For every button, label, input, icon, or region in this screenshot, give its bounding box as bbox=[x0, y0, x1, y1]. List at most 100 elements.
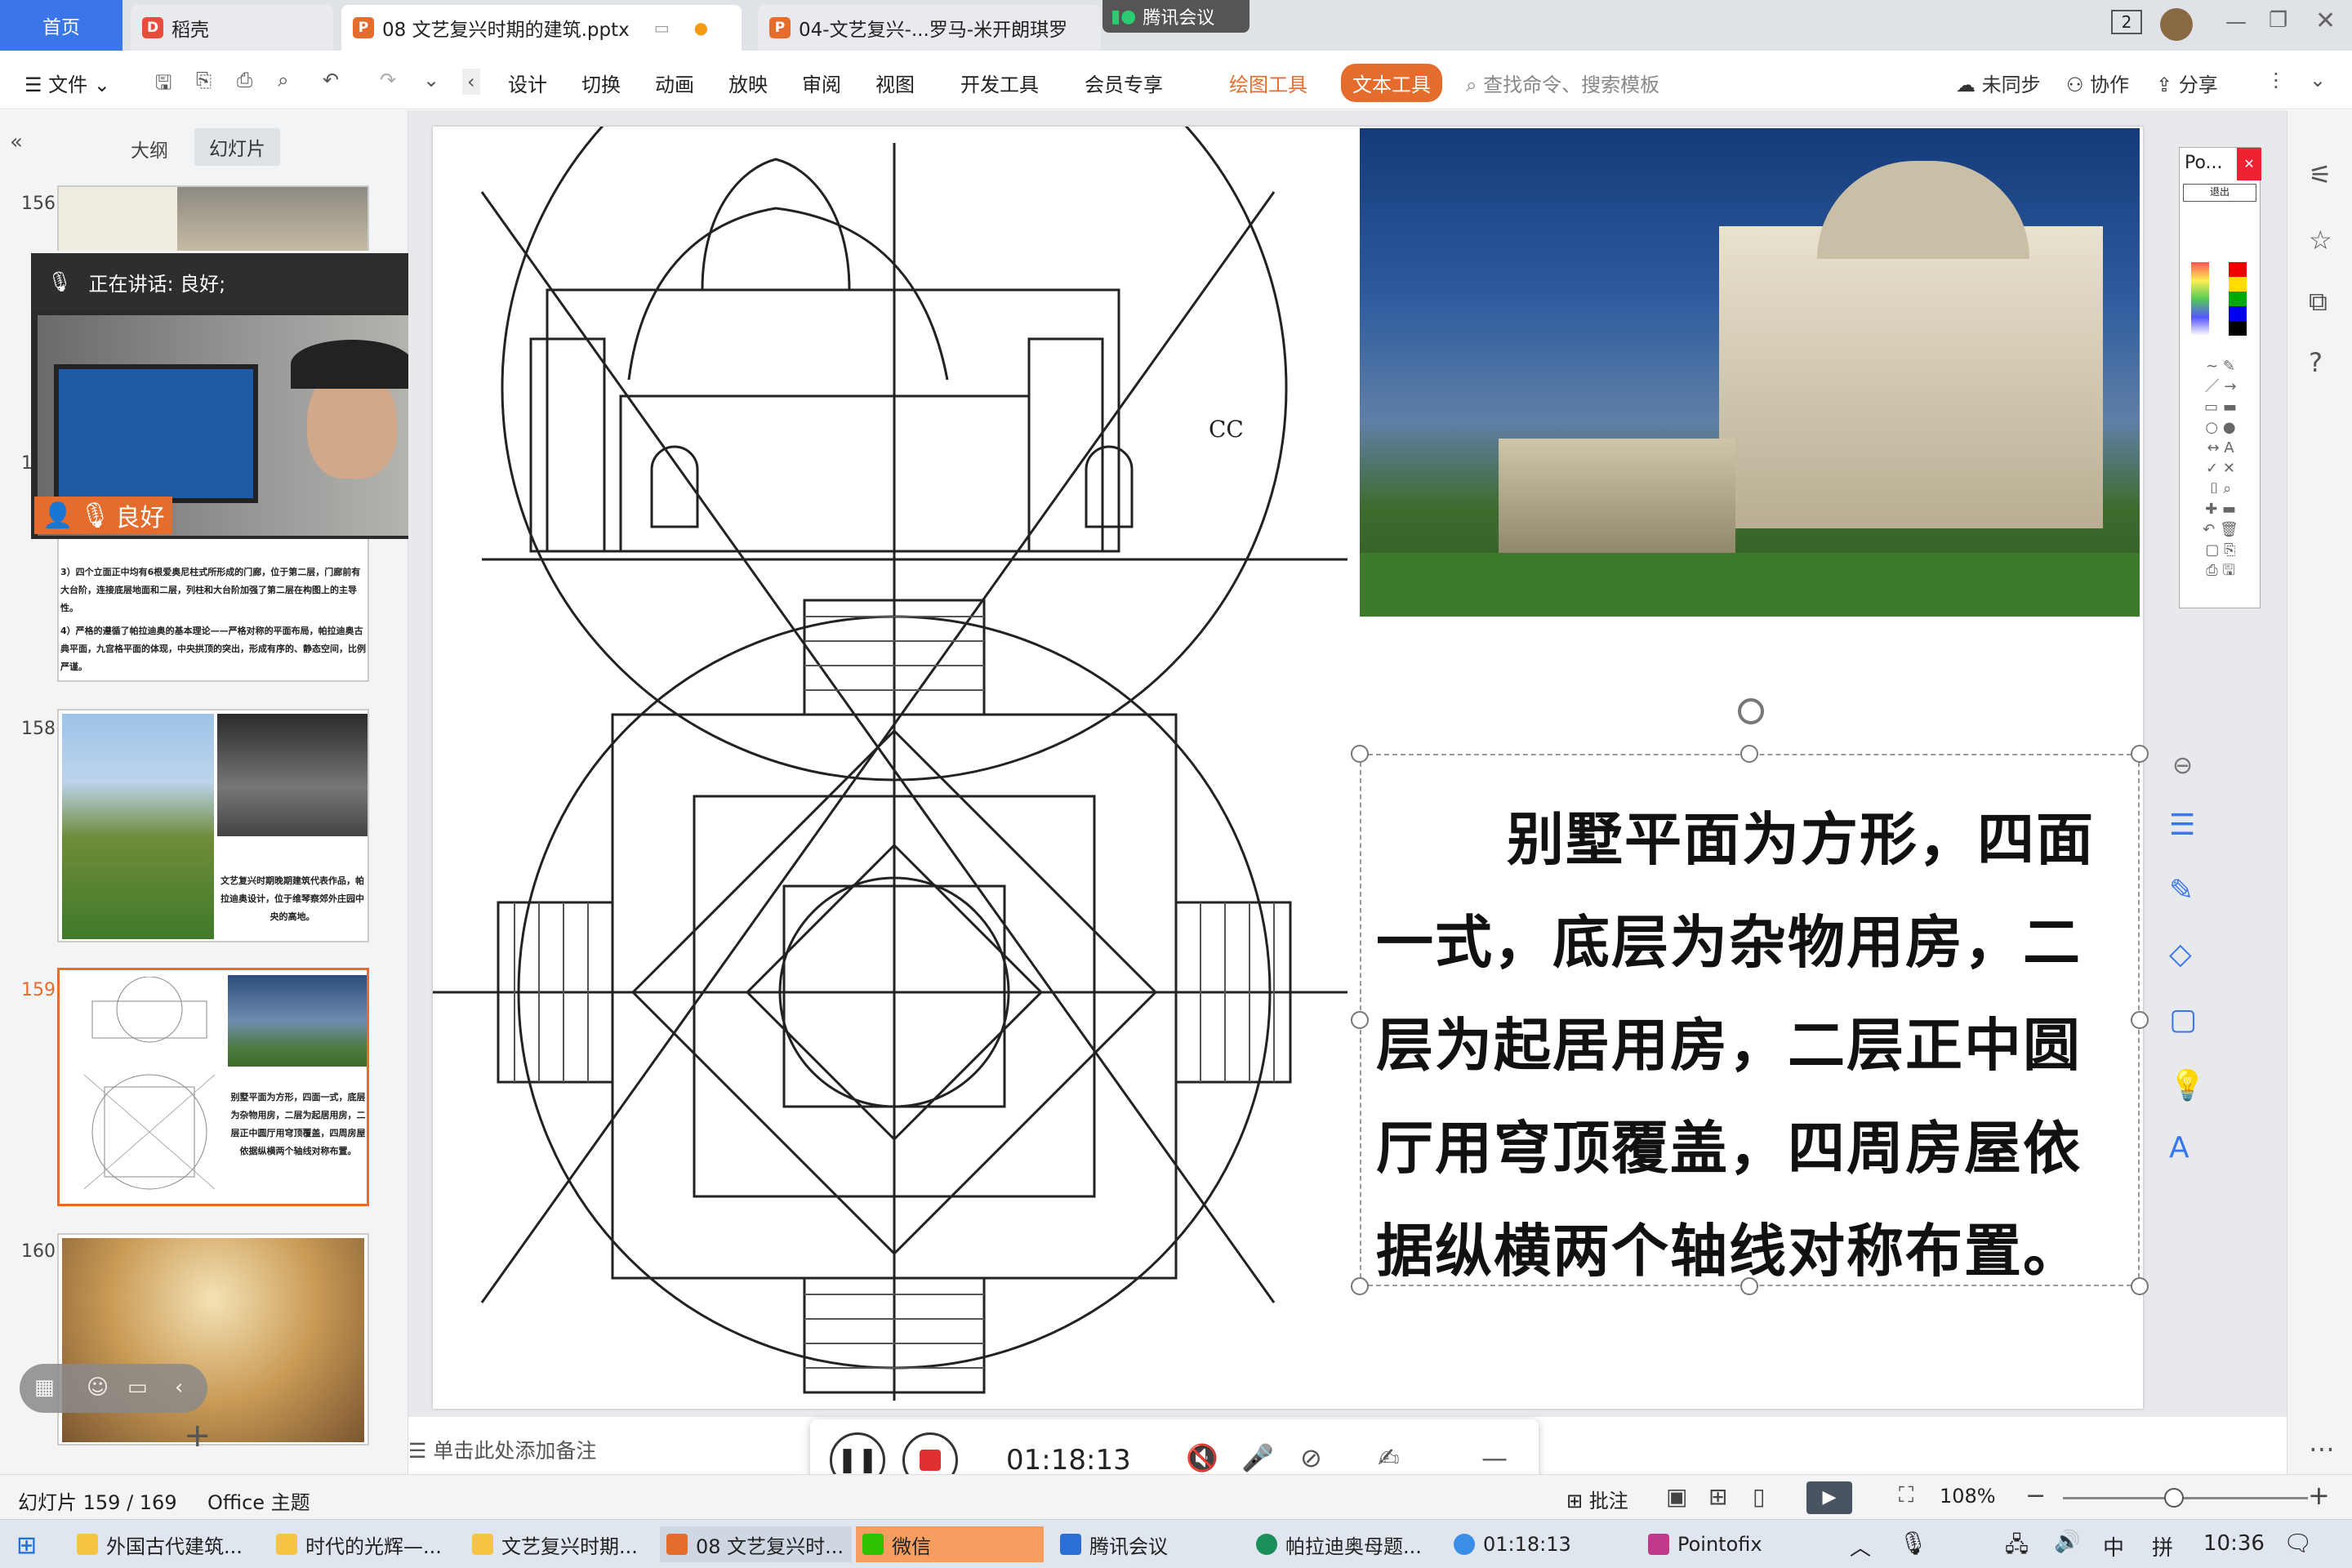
play-slideshow-button[interactable]: ▶ bbox=[1806, 1481, 1852, 1514]
menu-view[interactable]: 视图 bbox=[875, 69, 915, 97]
scroll-left-icon[interactable]: ‹ bbox=[462, 69, 480, 95]
slide-thumbnail-156[interactable] bbox=[57, 185, 369, 251]
taskbar-item[interactable]: 微信 bbox=[856, 1526, 1044, 1562]
text-style-icon[interactable]: A bbox=[2169, 1131, 2189, 1165]
minimize-icon[interactable]: — bbox=[2225, 10, 2247, 34]
zoom-out-icon[interactable]: − bbox=[2025, 1481, 2046, 1510]
collapse-icon[interactable]: ⊖ bbox=[2172, 751, 2193, 780]
print-icon[interactable]: ⎙ bbox=[237, 69, 252, 91]
pointofix-palette[interactable]: Po... ✕ 退出 ∼ ✎ ／ → ▭ ▬ ○ ● ↔ A ✓ ✕ ⌷ ⌕ ✚ ▬ ↶ 🗑 ▢ … bbox=[2179, 147, 2261, 608]
text-box-selected[interactable]: 别墅平面为方形，四面一式，底层为杂物用房，二层为起居用房，二层正中圆厅用穹顶覆盖… bbox=[1360, 754, 2140, 1286]
more-icon[interactable]: ⋯ bbox=[2309, 1433, 2335, 1464]
more-icon[interactable]: ⋮ bbox=[2266, 69, 2286, 91]
annotate-icon[interactable]: ✍ bbox=[1378, 1442, 1400, 1473]
tray-expand-icon[interactable]: ︿ bbox=[1850, 1531, 1871, 1561]
taskbar-item[interactable]: 08 文艺复兴时... bbox=[660, 1526, 852, 1562]
resize-handle[interactable] bbox=[1351, 1277, 1369, 1295]
pointofix-exit-button[interactable]: 退出 bbox=[2183, 184, 2256, 202]
save-icon[interactable]: 🖫 bbox=[155, 69, 172, 102]
tab-home[interactable]: 首页 bbox=[0, 0, 122, 51]
slide[interactable]: CC 别墅平面为方形，四面一式，底层为杂物用房，二层为起居用房，二层正中圆厅用穹… bbox=[433, 127, 2149, 1409]
star-icon[interactable]: ☆ bbox=[2309, 225, 2332, 256]
taskbar-item[interactable]: 帕拉迪奥母题... bbox=[1250, 1526, 1437, 1562]
taskbar-item[interactable]: 腾讯会议 bbox=[1054, 1526, 1241, 1562]
pen-colors-light[interactable] bbox=[2191, 262, 2209, 336]
menu-animation[interactable]: 动画 bbox=[655, 69, 694, 97]
close-icon[interactable]: ✕ bbox=[2315, 7, 2336, 35]
search-box[interactable]: ⌕ 查找命令、搜索模板 bbox=[1466, 69, 1659, 97]
camera-off-icon[interactable]: ⊘ bbox=[1300, 1442, 1322, 1473]
notification-icon[interactable]: 🗨 bbox=[2283, 1530, 2313, 1557]
sorter-view-icon[interactable]: ⊞ bbox=[1708, 1483, 1727, 1510]
meeting-pill[interactable]: ▮● 腾讯会议 bbox=[1102, 0, 1250, 33]
slide-thumbnail-160[interactable] bbox=[57, 1233, 369, 1446]
resize-handle[interactable] bbox=[2131, 1277, 2149, 1295]
slide-thumbnail-159[interactable]: 别墅平面为方形，四面一式，底层为杂物用房，二层为起居用房，二层正中圆厅用穹顶覆盖… bbox=[57, 968, 369, 1206]
zoom-slider-thumb[interactable] bbox=[2164, 1488, 2184, 1508]
add-slide-icon[interactable]: + bbox=[184, 1417, 212, 1454]
file-menu[interactable]: ☰ 文件 ⌄ bbox=[24, 69, 110, 97]
preview-icon[interactable]: ⌕ bbox=[278, 69, 288, 91]
menu-text-tools[interactable]: 文本工具 bbox=[1341, 64, 1442, 102]
menu-design[interactable]: 设计 bbox=[508, 69, 547, 97]
tab-doc-04[interactable]: P 04-文艺复兴-...罗马-米开朗琪罗 bbox=[758, 5, 1101, 51]
resize-handle[interactable] bbox=[1740, 745, 1758, 763]
fill-icon[interactable]: ◇ bbox=[2169, 938, 2192, 971]
sync-status[interactable]: ☁ 未同步 bbox=[1956, 69, 2041, 97]
collapse-panel-icon[interactable]: « bbox=[10, 130, 23, 154]
zoom-slider[interactable] bbox=[2063, 1497, 2308, 1499]
resize-handle[interactable] bbox=[1740, 1277, 1758, 1295]
menu-drawing-tools[interactable]: 绘图工具 bbox=[1229, 69, 1307, 97]
tray-mic-icon[interactable]: 🎙 bbox=[1899, 1530, 1928, 1557]
slide-body-text[interactable]: 别墅平面为方形，四面一式，底层为杂物用房，二层为起居用房，二层正中圆厅用穹顶覆盖… bbox=[1376, 788, 2127, 1303]
taskbar-item[interactable]: 01:18:13 bbox=[1447, 1526, 1623, 1562]
reading-view-icon[interactable]: ▯ bbox=[1753, 1483, 1765, 1510]
emoji-icon[interactable]: ☺ bbox=[87, 1375, 109, 1400]
frame-icon[interactable]: ▢ bbox=[2169, 1003, 2197, 1036]
collab-button[interactable]: ⚇ 协作 bbox=[2066, 69, 2129, 97]
menu-slideshow[interactable]: 放映 bbox=[728, 69, 768, 97]
comment-button[interactable]: ⊞ 批注 bbox=[1566, 1485, 1628, 1513]
mute-speaker-icon[interactable]: 🔇 bbox=[1186, 1442, 1218, 1473]
taskbar-item[interactable]: Pointofix bbox=[1642, 1526, 1829, 1562]
tab-outline[interactable]: 大纲 bbox=[131, 135, 168, 163]
window-count-badge[interactable]: 2 bbox=[2111, 10, 2142, 34]
resize-handle[interactable] bbox=[1351, 745, 1369, 763]
window-icon[interactable]: ▭ bbox=[654, 18, 670, 38]
export-icon[interactable]: ⎘ bbox=[196, 69, 212, 91]
floating-toolbar[interactable]: ▦ ☺ ▭ ‹ bbox=[20, 1364, 207, 1413]
zoom-in-icon[interactable]: + bbox=[2308, 1480, 2330, 1511]
slide-thumbnail-158[interactable]: 文艺复兴时期晚期建筑代表作品，帕拉迪奥设计，位于维琴察郊外庄园中央的高地。 bbox=[57, 709, 369, 942]
help-icon[interactable]: ? bbox=[2309, 347, 2323, 378]
collapse-icon[interactable]: ‹ bbox=[175, 1375, 183, 1400]
chat-icon[interactable]: ▭ bbox=[127, 1375, 148, 1400]
slides-icon[interactable]: ⧉ bbox=[2309, 286, 2328, 318]
mic-icon[interactable]: 🎤 bbox=[1241, 1442, 1274, 1473]
clock[interactable]: 10:36 bbox=[2203, 1531, 2265, 1556]
resize-handle[interactable] bbox=[2131, 1011, 2149, 1029]
minimize-icon[interactable]: — bbox=[1481, 1442, 1508, 1473]
normal-view-icon[interactable]: ▣ bbox=[1666, 1483, 1687, 1510]
network-icon[interactable]: 🖧 bbox=[2005, 1530, 2029, 1566]
properties-icon[interactable]: ⚟ bbox=[2309, 159, 2332, 190]
brush-icon[interactable]: ✎ bbox=[2169, 874, 2194, 907]
layers-icon[interactable]: ☰ bbox=[2169, 808, 2195, 842]
restore-icon[interactable]: ❐ bbox=[2269, 8, 2287, 33]
ideas-icon[interactable]: 💡 bbox=[2169, 1068, 2206, 1102]
pointofix-tools[interactable]: ∼ ✎ ／ → ▭ ▬ ○ ● ↔ A ✓ ✕ ⌷ ⌕ ✚ ▬ ↶ 🗑 ▢ ⎘ ⎙ 🖫 bbox=[2188, 356, 2253, 581]
menu-transition[interactable]: 切换 bbox=[581, 69, 621, 97]
undo-icon[interactable]: ↶ bbox=[323, 69, 339, 91]
resize-handle[interactable] bbox=[1351, 1011, 1369, 1029]
menu-member[interactable]: 会员专享 bbox=[1085, 69, 1163, 97]
taskbar-item[interactable]: 时代的光辉—... bbox=[270, 1526, 449, 1562]
rotate-handle-icon[interactable] bbox=[1738, 698, 1764, 724]
grid-icon[interactable]: ▦ bbox=[34, 1375, 55, 1400]
tab-slides[interactable]: 幻灯片 bbox=[194, 128, 280, 166]
windows-start-icon[interactable]: ⊞ bbox=[16, 1531, 37, 1560]
resize-handle[interactable] bbox=[2131, 745, 2149, 763]
pointofix-close-icon[interactable]: ✕ bbox=[2237, 148, 2261, 180]
theme-name[interactable]: Office 主题 bbox=[207, 1486, 310, 1515]
meeting-video-window[interactable]: 🎙 正在讲话: 良好; 👤 🎙 良好 bbox=[31, 253, 430, 539]
ime-indicator[interactable]: 中 bbox=[2103, 1531, 2124, 1561]
share-button[interactable]: ⇪ 分享 bbox=[2156, 69, 2218, 97]
